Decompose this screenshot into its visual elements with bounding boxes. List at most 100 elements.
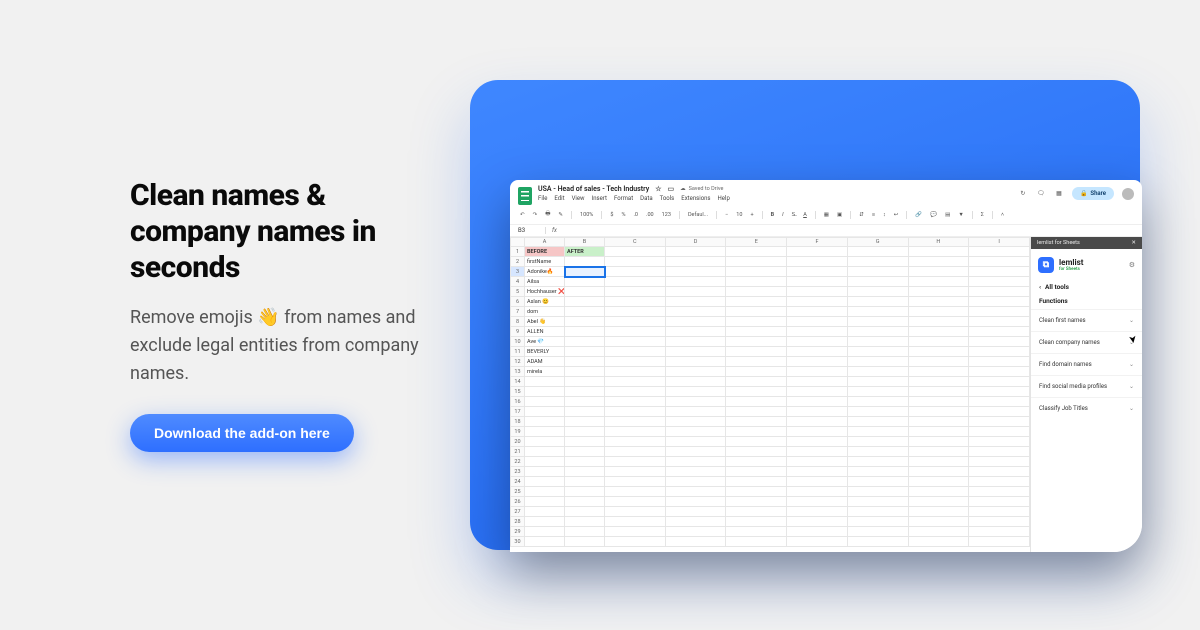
link-icon[interactable]: 🔗 bbox=[913, 211, 924, 219]
cell[interactable] bbox=[726, 417, 787, 427]
cell[interactable] bbox=[565, 467, 605, 477]
cell[interactable] bbox=[969, 487, 1030, 497]
cell[interactable] bbox=[525, 537, 565, 547]
row-header[interactable]: 21 bbox=[511, 447, 525, 457]
cell[interactable] bbox=[969, 437, 1030, 447]
cell[interactable] bbox=[665, 267, 726, 277]
cell[interactable] bbox=[565, 327, 605, 337]
cell[interactable] bbox=[665, 437, 726, 447]
cell[interactable] bbox=[969, 297, 1030, 307]
cell[interactable] bbox=[605, 467, 666, 477]
cell[interactable] bbox=[787, 517, 848, 527]
row-header[interactable]: 2 bbox=[511, 257, 525, 267]
column-header-b[interactable]: B bbox=[565, 238, 605, 247]
cell[interactable] bbox=[565, 527, 605, 537]
print-icon[interactable]: 🖶 bbox=[543, 209, 552, 220]
cell[interactable] bbox=[565, 317, 605, 327]
cell[interactable] bbox=[969, 277, 1030, 287]
cell[interactable] bbox=[908, 417, 969, 427]
row-header[interactable]: 24 bbox=[511, 477, 525, 487]
cell[interactable]: Adonike🔥 bbox=[525, 267, 565, 277]
cell[interactable] bbox=[969, 357, 1030, 367]
cell[interactable] bbox=[969, 337, 1030, 347]
cell[interactable] bbox=[847, 457, 908, 467]
cell[interactable]: ADAM bbox=[525, 357, 565, 367]
cell[interactable] bbox=[787, 537, 848, 547]
share-button[interactable]: 🔒 Share bbox=[1072, 187, 1114, 200]
cell[interactable] bbox=[565, 487, 605, 497]
gear-icon[interactable]: ⚙ bbox=[1129, 261, 1135, 269]
cell[interactable] bbox=[847, 527, 908, 537]
menu-item-view[interactable]: View bbox=[572, 195, 585, 202]
cell[interactable] bbox=[605, 477, 666, 487]
cell[interactable] bbox=[847, 427, 908, 437]
cell[interactable] bbox=[605, 337, 666, 347]
cell[interactable] bbox=[908, 327, 969, 337]
cell[interactable] bbox=[908, 527, 969, 537]
cell[interactable] bbox=[726, 257, 787, 267]
cell[interactable] bbox=[787, 287, 848, 297]
font-size[interactable]: 10 bbox=[734, 211, 744, 219]
function-item[interactable]: Clean first names⌄ bbox=[1031, 309, 1142, 331]
row-header[interactable]: 19 bbox=[511, 427, 525, 437]
cell[interactable] bbox=[847, 487, 908, 497]
cell[interactable] bbox=[787, 247, 848, 257]
cell[interactable] bbox=[787, 467, 848, 477]
cell[interactable] bbox=[787, 407, 848, 417]
cell[interactable] bbox=[565, 347, 605, 357]
cell[interactable] bbox=[969, 527, 1030, 537]
row-header[interactable]: 17 bbox=[511, 407, 525, 417]
cell[interactable] bbox=[605, 277, 666, 287]
cell[interactable] bbox=[787, 307, 848, 317]
row-header[interactable]: 14 bbox=[511, 377, 525, 387]
cell[interactable] bbox=[726, 387, 787, 397]
cell[interactable] bbox=[847, 297, 908, 307]
meet-icon[interactable]: ▦ bbox=[1054, 189, 1064, 199]
cell[interactable] bbox=[787, 427, 848, 437]
move-icon[interactable]: ▭ bbox=[667, 185, 674, 193]
cell[interactable] bbox=[605, 507, 666, 517]
cell[interactable] bbox=[908, 317, 969, 327]
number-format[interactable]: 123 bbox=[660, 211, 673, 219]
cell[interactable] bbox=[726, 527, 787, 537]
cell[interactable] bbox=[726, 497, 787, 507]
cell[interactable] bbox=[665, 287, 726, 297]
cell[interactable] bbox=[665, 537, 726, 547]
cell[interactable] bbox=[787, 437, 848, 447]
font-size-dec[interactable]: − bbox=[723, 211, 730, 219]
row-header[interactable]: 1 bbox=[511, 247, 525, 257]
cell[interactable] bbox=[525, 387, 565, 397]
cell[interactable] bbox=[605, 407, 666, 417]
cell[interactable] bbox=[787, 297, 848, 307]
column-header-c[interactable]: C bbox=[605, 238, 666, 247]
cell[interactable] bbox=[605, 257, 666, 267]
cell[interactable] bbox=[605, 487, 666, 497]
italic-icon[interactable]: I bbox=[780, 211, 785, 219]
filter-icon[interactable]: ▼ bbox=[956, 211, 965, 219]
cell[interactable] bbox=[565, 457, 605, 467]
cell[interactable] bbox=[665, 257, 726, 267]
cell[interactable] bbox=[908, 267, 969, 277]
cell[interactable] bbox=[665, 457, 726, 467]
cell[interactable] bbox=[847, 517, 908, 527]
user-avatar[interactable] bbox=[1122, 188, 1134, 200]
comment-icon[interactable]: 💬 bbox=[928, 211, 939, 219]
cell[interactable] bbox=[969, 537, 1030, 547]
cell[interactable] bbox=[726, 367, 787, 377]
cell[interactable] bbox=[908, 257, 969, 267]
cell[interactable] bbox=[665, 347, 726, 357]
cell[interactable] bbox=[726, 427, 787, 437]
cell[interactable] bbox=[605, 527, 666, 537]
cell[interactable] bbox=[565, 257, 605, 267]
menu-item-tools[interactable]: Tools bbox=[660, 195, 675, 202]
cell[interactable] bbox=[847, 257, 908, 267]
functions-icon[interactable]: Σ bbox=[979, 211, 986, 219]
cell[interactable] bbox=[969, 377, 1030, 387]
cell[interactable] bbox=[665, 367, 726, 377]
cell[interactable] bbox=[605, 307, 666, 317]
zoom-select[interactable]: 100% bbox=[578, 211, 595, 219]
cell[interactable] bbox=[969, 387, 1030, 397]
cell[interactable] bbox=[605, 417, 666, 427]
cell[interactable] bbox=[847, 497, 908, 507]
row-header[interactable]: 10 bbox=[511, 337, 525, 347]
